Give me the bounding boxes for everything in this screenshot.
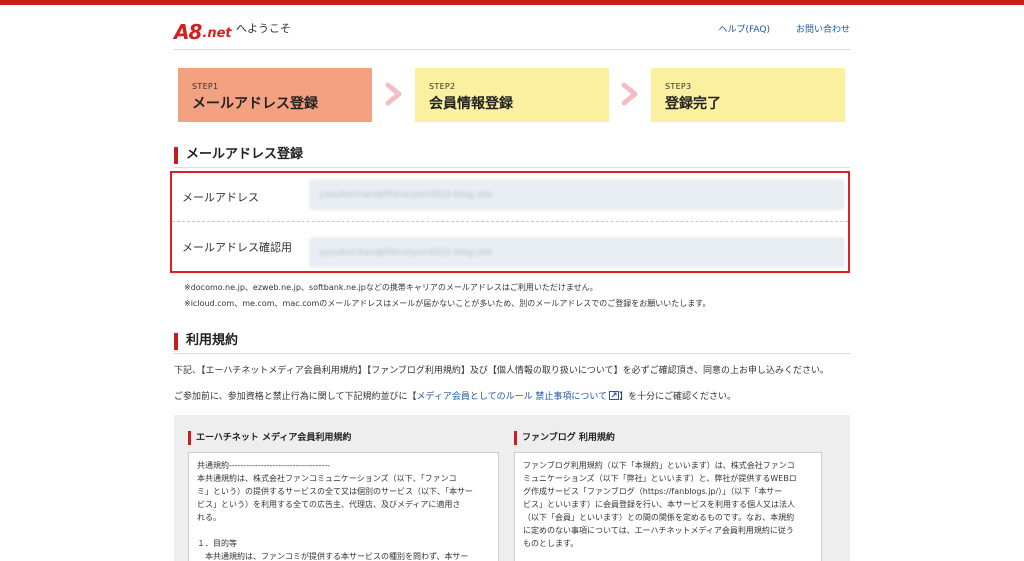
fanblog-terms-textbox[interactable]: ファンブログ利用規約（以下「本規約」といいます）は、株式会社ファンコ ミュニケー… xyxy=(514,452,822,561)
logo-net-text: .net xyxy=(202,26,232,41)
terms-line: １．目的等 xyxy=(197,539,237,548)
terms-intro: 下記、【エーハチネットメディア会員利用規約】【ファンブログ利用規約】及び【個人情… xyxy=(174,366,830,376)
carrier-email-note: ※docomo.ne.jp、ezweb.ne.jp、softbank.ne.jp… xyxy=(184,283,598,292)
media-terms-title: エーハチネット メディア会員利用規約 xyxy=(188,431,351,445)
terms-line: ミ」という）の提供するサービスの全て又は個別のサービス（以下、「本サー xyxy=(197,487,473,496)
terms-section-title: 利用規約 xyxy=(174,332,850,354)
terms-line: ミュニケーションズ（以下「弊社」といいます）と、弊社が提供するWEBロ xyxy=(523,474,797,483)
email-confirm-input[interactable] xyxy=(310,238,844,267)
contact-link[interactable]: お問い合わせ xyxy=(796,22,850,35)
logo-a8-text: A8 xyxy=(174,20,202,44)
email-confirm-label: メールアドレス確認用 xyxy=(182,241,292,254)
step-3: STEP3 登録完了 xyxy=(651,68,845,122)
email-label: メールアドレス xyxy=(182,191,259,204)
step-3-label: 登録完了 xyxy=(665,96,721,112)
terms-blank-line xyxy=(197,524,490,537)
step-2-label: 会員情報登録 xyxy=(429,96,513,112)
media-terms-textbox[interactable]: 共通規約----------------------------------- … xyxy=(188,452,499,561)
media-rules-link-text: メディア会員としてのルール 禁止事項について xyxy=(416,392,608,402)
terms-line: ビス」といいます）に会員登録を行い、本サービスを利用する個人又は法人 xyxy=(523,500,795,509)
terms-pre-link: ご参加前に、参加資格と禁止行為に関して下記規約並びに【 xyxy=(174,392,417,402)
terms-line: に定めのない事項については、エーハチネットメディア会員利用規約に従う xyxy=(523,526,794,535)
fanblog-terms-title: ファンブログ 利用規約 xyxy=(514,431,615,445)
email-row: メールアドレス xyxy=(172,173,848,222)
terms-post-link: 】を十分にご確認ください。 xyxy=(619,392,736,402)
email-confirm-row: メールアドレス確認用 xyxy=(172,223,848,272)
terms-line: グ作成サービス「ファンブログ（https://fanblogs.jp/）」（以下… xyxy=(523,487,783,496)
registration-steps: STEP1 メールアドレス登録 STEP2 会員情報登録 STEP3 登録完了 xyxy=(178,68,846,122)
terms-line: 本共通規約は、ファンコミが提供する本サービスの種別を問わず、本サー xyxy=(197,552,469,561)
terms-line: 共通規約----------------------------------- xyxy=(197,461,331,470)
email-input[interactable] xyxy=(310,180,844,209)
step-arrow-icon xyxy=(385,82,402,106)
media-rules-link[interactable]: メディア会員としてのルール 禁止事項について xyxy=(416,391,620,402)
step-2: STEP2 会員情報登録 xyxy=(415,68,609,122)
terms-line: ファンブログ利用規約（以下「本規約」といいます）は、株式会社ファンコ xyxy=(523,461,795,470)
help-faq-link[interactable]: ヘルプ(FAQ) xyxy=(719,22,770,35)
step-1-number: STEP1 xyxy=(192,82,219,91)
icloud-email-note: ※icloud.com、me.com、mac.comのメールアドレスはメールが届… xyxy=(184,299,711,308)
step-2-number: STEP2 xyxy=(429,82,456,91)
step-arrow-icon xyxy=(621,82,638,106)
terms-line: （以下「会員」といいます）との間の関係を定めるものです。なお、本規約 xyxy=(523,513,795,522)
top-accent-bar xyxy=(0,0,1024,5)
terms-line: 本共通規約は、株式会社ファンコミュニケーションズ（以下、「ファンコ xyxy=(197,474,457,483)
email-section-title: メールアドレス登録 xyxy=(174,146,850,168)
step-1-label: メールアドレス登録 xyxy=(192,96,318,112)
welcome-text: へようこそ xyxy=(236,22,291,35)
terms-line: れる。 xyxy=(197,513,221,522)
site-header: A8 .net へようこそ ヘルプ(FAQ) お問い合わせ xyxy=(174,14,850,50)
terms-panel: エーハチネット メディア会員利用規約 ファンブログ 利用規約 共通規約-----… xyxy=(174,415,850,561)
a8net-logo[interactable]: A8 .net xyxy=(174,17,232,43)
step-3-number: STEP3 xyxy=(665,82,692,91)
terms-line: ものとします。 xyxy=(523,539,579,548)
terms-rules-line: ご参加前に、参加資格と禁止行為に関して下記規約並びに【メディア会員としてのルール… xyxy=(174,391,854,404)
email-form: メールアドレス メールアドレス確認用 xyxy=(170,171,850,273)
external-link-icon xyxy=(609,391,620,400)
step-1: STEP1 メールアドレス登録 xyxy=(178,68,372,122)
terms-line: ビス」という）を利用する全ての広告主、代理店、及びメディアに適用さ xyxy=(197,500,461,509)
